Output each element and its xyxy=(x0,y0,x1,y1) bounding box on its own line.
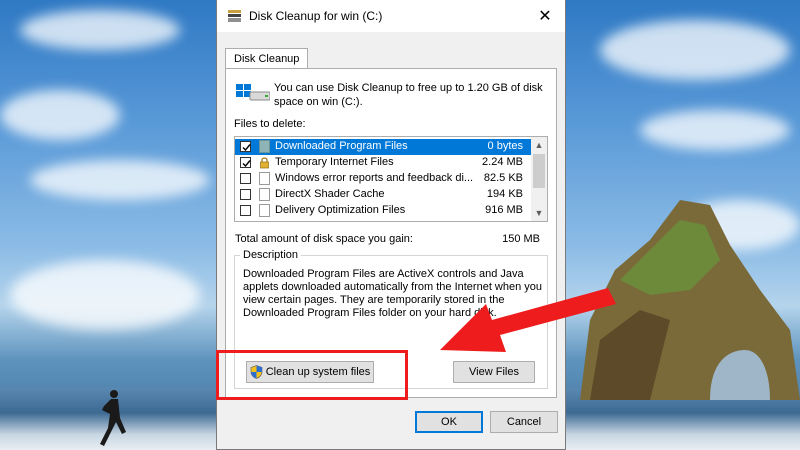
list-item[interactable]: DirectX Shader Cache 194 KB xyxy=(235,187,531,203)
file-size: 2.24 MB xyxy=(482,156,523,168)
ok-button[interactable]: OK xyxy=(415,411,483,433)
annotation-arrow-icon xyxy=(440,288,616,352)
title-bar[interactable]: Disk Cleanup for win (C:) ✕ xyxy=(217,0,565,32)
cancel-button[interactable]: Cancel xyxy=(490,411,558,433)
cloud xyxy=(30,160,210,200)
file-name: Windows error reports and feedback di... xyxy=(275,172,474,184)
tab-disk-cleanup[interactable]: Disk Cleanup xyxy=(225,48,309,69)
cloud xyxy=(0,90,120,140)
file-size: 82.5 KB xyxy=(483,172,523,184)
scroll-thumb[interactable] xyxy=(533,154,545,188)
annotation-highlight-box xyxy=(216,350,408,400)
runner-silhouette xyxy=(100,390,126,446)
scroll-down-icon[interactable]: ▼ xyxy=(531,205,547,221)
scroll-up-icon[interactable]: ▲ xyxy=(531,137,547,153)
file-size: 0 bytes xyxy=(487,140,523,152)
total-space-value: 150 MB xyxy=(502,233,540,245)
window-title: Disk Cleanup for win (C:) xyxy=(249,9,383,23)
description-label: Description xyxy=(240,249,302,261)
intro-text: You can use Disk Cleanup to free up to 1… xyxy=(274,82,543,108)
file-size: 194 KB xyxy=(486,188,523,200)
file-size: 916 MB xyxy=(485,204,523,216)
cloud xyxy=(640,110,790,150)
files-list[interactable]: Downloaded Program Files 0 bytes Tempora… xyxy=(234,136,548,222)
hard-drive-icon xyxy=(236,84,270,101)
list-item[interactable]: Delivery Optimization Files 916 MB xyxy=(235,203,531,219)
file-icon xyxy=(259,204,270,217)
file-name: Downloaded Program Files xyxy=(275,140,408,152)
file-name: Delivery Optimization Files xyxy=(275,204,406,216)
total-space-label: Total amount of disk space you gain: xyxy=(235,233,413,245)
cloud xyxy=(20,10,180,50)
teal-folder-icon xyxy=(259,140,270,153)
checkbox-delivery-optimization-files[interactable] xyxy=(240,205,251,216)
cloud xyxy=(600,20,790,80)
file-icon xyxy=(259,188,270,201)
lock-icon xyxy=(260,157,269,169)
view-files-button[interactable]: View Files xyxy=(453,361,535,383)
vertical-scrollbar[interactable]: ▲ ▼ xyxy=(531,137,547,221)
checkbox-downloaded-program-files[interactable] xyxy=(240,141,251,152)
files-to-delete-label: Files to delete: xyxy=(234,118,306,130)
close-icon: ✕ xyxy=(538,8,552,25)
file-name: DirectX Shader Cache xyxy=(275,188,385,200)
file-icon xyxy=(259,172,270,185)
list-item[interactable]: Windows error reports and feedback di...… xyxy=(235,171,531,187)
close-button[interactable]: ✕ xyxy=(525,0,565,32)
disk-cleanup-icon xyxy=(228,10,241,22)
checkbox-temporary-internet-files[interactable] xyxy=(240,157,251,168)
checkbox-windows-error-reports[interactable] xyxy=(240,173,251,184)
file-name: Temporary Internet Files xyxy=(275,156,394,168)
checkbox-directx-shader-cache[interactable] xyxy=(240,189,251,200)
cloud xyxy=(10,260,200,330)
list-item[interactable]: Temporary Internet Files 2.24 MB xyxy=(235,155,531,171)
list-item[interactable]: Downloaded Program Files 0 bytes xyxy=(235,139,531,155)
